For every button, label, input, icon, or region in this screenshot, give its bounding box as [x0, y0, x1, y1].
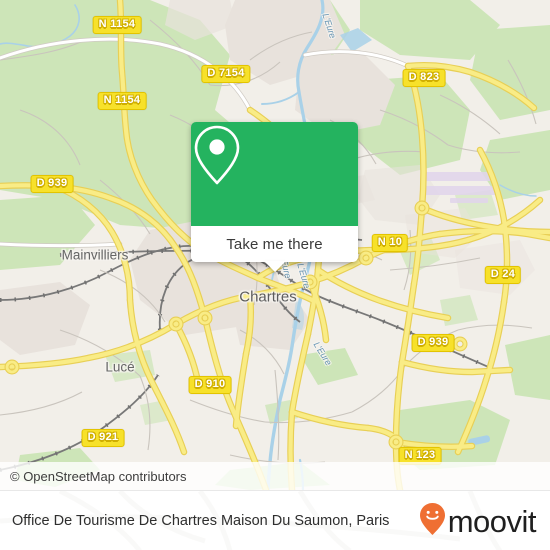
place-label-chartres: Chartres	[239, 288, 297, 306]
footer-bar: Office De Tourisme De Chartres Maison Du…	[0, 490, 550, 550]
map-attribution-bar: © OpenStreetMap contributors	[0, 462, 550, 490]
popup-pin-area	[191, 122, 358, 226]
osm-attribution-text[interactable]: © OpenStreetMap contributors	[0, 469, 187, 484]
road-shield-d910: D 910	[188, 376, 232, 394]
road-shield-d939: D 939	[30, 175, 74, 193]
road-shield-d823: D 823	[402, 69, 446, 87]
map-screenshot: L'Eure L'Eure L'Eure L'Eure Mainvilliers…	[0, 0, 550, 550]
map-popup-callout[interactable]: Take me there	[191, 122, 358, 272]
map-canvas[interactable]: L'Eure L'Eure L'Eure L'Eure Mainvilliers…	[0, 0, 550, 490]
moovit-wordmark: moovit	[447, 503, 537, 539]
road-shield-n1154-2: N 1154	[97, 92, 147, 110]
place-label-luce: Lucé	[105, 359, 135, 375]
road-shield-d7154: D 7154	[201, 65, 251, 83]
road-shield-d921: D 921	[81, 429, 125, 447]
road-shield-n1154: N 1154	[92, 16, 142, 34]
popup-tail-pointer	[263, 261, 286, 272]
road-shield-d939-2: D 939	[411, 334, 455, 352]
road-shield-d24: D 24	[484, 266, 522, 284]
place-label-mainvilliers: Mainvilliers	[61, 247, 129, 263]
popup-action-area[interactable]: Take me there	[191, 226, 358, 272]
moovit-logo[interactable]: moovit	[419, 502, 537, 541]
moovit-smiley-pin-icon	[419, 502, 446, 541]
road-shield-n10: N 10	[371, 234, 409, 252]
place-title: Office De Tourisme De Chartres Maison Du…	[12, 512, 390, 529]
take-me-there-label: Take me there	[226, 235, 323, 253]
